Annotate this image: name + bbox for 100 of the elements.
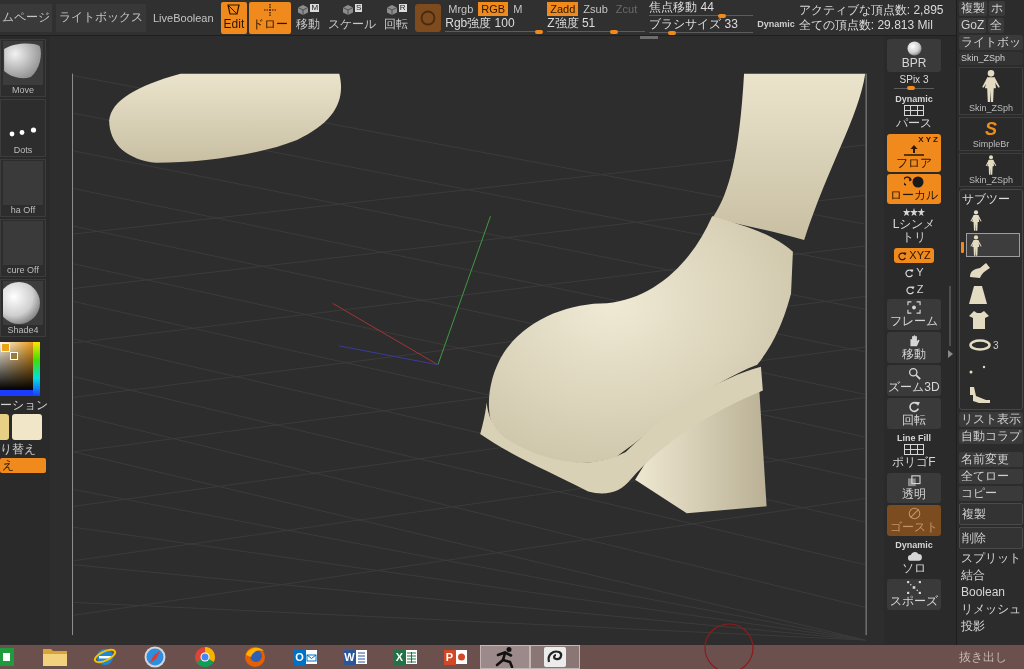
vertex-count: 全ての頂点数: 29.813 Mil [798,18,934,32]
vertex-count: アクティブな頂点数: 2,895 [798,3,944,17]
alpha-button[interactable]: ha Off [0,159,46,217]
slider-thumb[interactable] [668,30,677,35]
tool-thumbnail[interactable]: Skin_ZSph [959,153,1023,187]
panel-button[interactable]: 複製 [959,1,987,16]
tool-thumbnail[interactable]: Skin_ZSph [959,67,1023,115]
scroll-thumb[interactable] [949,286,951,346]
scroll-thumb[interactable] [961,242,964,253]
compass-icon [144,646,166,668]
panel-button[interactable]: 自動コラプ [959,429,1023,444]
rotate-button[interactable]: R 回転 [381,1,412,34]
lightbox-button[interactable]: ライトボッ [959,35,1023,50]
translate-button[interactable]: M 移動 [293,1,324,34]
slider-track[interactable] [894,86,934,90]
grid-icon [903,444,925,455]
flame-globe-icon [244,646,266,668]
panel-button[interactable]: 全てロー [959,469,1023,484]
transpose-button[interactable]: スポーズ [887,579,941,610]
spreadsheet-icon [405,650,417,664]
transparency-button[interactable]: 透明 [887,473,941,503]
cube-icon [342,4,355,16]
taskbar-button[interactable]: O [280,645,330,669]
envelope-icon [305,650,317,664]
taskbar-button[interactable]: W [330,645,380,669]
render-button[interactable]: BPR [887,39,941,72]
toolbar-button[interactable]: LiveBoolean [150,3,217,32]
section-header[interactable]: Boolean [959,585,1023,600]
sphere-icon [906,41,922,56]
tool-name-button[interactable]: Skin_ZSph [959,52,1023,65]
material-button[interactable]: Shade4 [0,279,46,337]
rotate-axis-button[interactable]: XYZ [894,248,934,263]
color-picker[interactable] [0,342,40,396]
rotate-button[interactable]: 回転 [887,398,941,429]
mode-toggle[interactable]: Zsub [580,1,611,16]
slider-thumb[interactable] [535,29,544,34]
mode-toggle[interactable]: RGB [478,1,509,16]
frame-button[interactable]: フレーム [887,299,941,330]
taskbar-button[interactable]: P [430,645,480,669]
panel-button[interactable]: GoZ [959,18,987,33]
panel-button[interactable]: コピー [959,486,1023,501]
color-swatch-icon[interactable] [12,414,42,440]
mode-toggle[interactable]: Mrgb [445,1,477,16]
page-tab[interactable]: ムページ [0,3,52,32]
section-header[interactable]: リメッシュ [959,602,1023,617]
polyframe-button[interactable]: Line Fill ポリゴF [887,431,941,471]
local-button[interactable]: ローカル [887,174,941,204]
solo-button[interactable]: Dynamic ソロ [887,538,941,577]
section-header[interactable]: 抜き出し [956,645,1024,669]
pan-button[interactable]: 移動 [887,332,941,363]
slider-label: SPix 3 [899,74,929,85]
switch-color-button[interactable]: り替え [0,442,36,456]
stroke-button[interactable]: Dots [0,99,46,157]
subtool-header[interactable]: サブツー [961,192,1021,206]
rotate-axis-button[interactable]: Z [894,282,934,297]
texture-button[interactable]: cure Off [0,219,46,277]
slider-thumb[interactable] [718,13,727,18]
ring-icon [420,9,437,26]
document-icon [355,650,367,664]
taskbar-button[interactable]: X [380,645,430,669]
subtool-item[interactable] [966,233,1020,257]
panel-button[interactable]: 名前変更 [959,452,1023,467]
section-header[interactable]: 投影 [959,619,1023,634]
rotate-icon [907,400,921,413]
action-button[interactable]: え [0,458,46,473]
slider-thumb[interactable] [610,29,619,34]
gradient-button[interactable]: ーション [0,398,48,412]
zoom-button[interactable]: ズーム3D [887,365,941,396]
panel-button[interactable]: 全 [988,18,1005,33]
floor-button[interactable]: X Y Z フロア [887,134,941,172]
cube-icon [297,4,310,16]
draw-button[interactable]: ドロー [249,1,292,34]
rotate-axis-button[interactable]: Y [894,265,934,280]
section-header[interactable]: 結合 [959,568,1023,583]
taskbar-button[interactable] [480,645,530,669]
slider-track[interactable] [445,29,544,34]
panel-button[interactable]: 削除 [959,527,1023,549]
slider-thumb[interactable] [906,86,915,90]
scale-button[interactable]: S スケール [325,1,380,34]
dynamic-toggle[interactable]: Dynamic [757,19,795,29]
panel-button[interactable]: ホ [989,1,1005,16]
scroll-thumb[interactable] [640,36,658,39]
panel-button[interactable]: リスト表示 [959,412,1023,427]
subtool-item[interactable]: 3 [966,333,1020,357]
panel-button[interactable]: 複製 [959,503,1023,525]
edit-button[interactable]: Edit [220,1,248,34]
mode-toggle[interactable]: M [510,1,526,16]
mode-toggle[interactable]: Zadd [547,1,579,16]
collapse-arrow-icon[interactable] [947,350,953,358]
color-marker-icon[interactable] [1,343,10,352]
overlap-squares-icon [907,475,921,487]
toolbar-button[interactable]: ライトボックス [56,3,146,32]
symmetry-button[interactable]: Lシンメトリ [887,206,941,246]
color-swatch-icon[interactable] [0,414,9,440]
perspective-button[interactable]: Dynamic パース [887,92,941,132]
brush-button[interactable]: Move [0,39,46,97]
taskbar-button[interactable] [530,645,580,669]
tool-thumbnail[interactable]: S SimpleBr [959,117,1023,151]
figure-icon [984,155,998,175]
section-header[interactable]: スプリット [959,551,1023,566]
